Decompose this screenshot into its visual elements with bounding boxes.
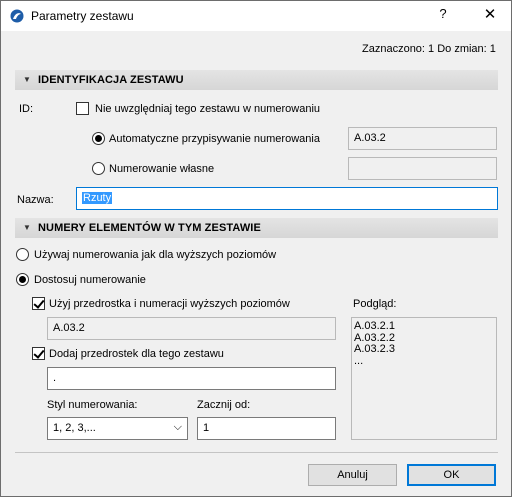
dialog-window: Parametry zestawu ? ✕ Zaznaczono: 1 Do z… <box>0 0 512 497</box>
name-input[interactable]: Rzuty <box>76 187 498 210</box>
name-input-value: Rzuty <box>82 192 113 204</box>
name-label: Nazwa: <box>17 194 54 206</box>
preview-label: Podgląd: <box>353 298 397 310</box>
add-prefix-checkbox[interactable] <box>32 347 45 360</box>
custom-item-numbering-label: Dostosuj numerowanie <box>34 274 146 286</box>
custom-item-numbering-radio[interactable] <box>16 273 29 286</box>
section-identification-title: IDENTYFIKACJA ZESTAWU <box>38 74 184 86</box>
auto-numbering-value: A.03.2 <box>348 127 497 150</box>
archicad-app-icon <box>10 9 24 23</box>
collapse-triangle-icon[interactable]: ▼ <box>23 75 31 84</box>
add-prefix-input[interactable]: . <box>47 367 336 390</box>
auto-numbering-radio[interactable] <box>92 132 105 145</box>
collapse-triangle-icon[interactable]: ▼ <box>23 223 31 232</box>
numbering-style-select[interactable]: 1, 2, 3,... ⌵ <box>47 417 188 440</box>
id-label: ID: <box>19 103 34 115</box>
section-item-numbers-title: NUMERY ELEMENTÓW W TYM ZESTAWIE <box>38 222 261 234</box>
footer-divider <box>15 452 498 453</box>
custom-numbering-label: Numerowanie własne <box>109 163 215 175</box>
numbering-style-value: 1, 2, 3,... <box>53 422 96 434</box>
auto-numbering-label: Automatyczne przypisywanie numerowania <box>109 133 320 145</box>
custom-numbering-field[interactable] <box>348 157 497 180</box>
numbering-style-label: Styl numerowania: <box>47 399 138 411</box>
use-parent-numbering-radio[interactable] <box>16 248 29 261</box>
section-item-numbers[interactable]: ▼ NUMERY ELEMENTÓW W TYM ZESTAWIE <box>15 218 498 238</box>
help-button[interactable]: ? <box>435 6 451 21</box>
section-identification[interactable]: ▼ IDENTYFIKACJA ZESTAWU <box>15 70 498 90</box>
start-from-label: Zacznij od: <box>197 399 251 411</box>
use-prefix-label: Użyj przedrostka i numeracji wyższych po… <box>49 298 290 310</box>
preview-item: A.03.2.1 <box>354 320 395 332</box>
dialog-title: Parametry zestawu <box>31 9 134 23</box>
selection-status: Zaznaczono: 1 Do zmian: 1 <box>362 43 496 55</box>
custom-numbering-radio[interactable] <box>92 162 105 175</box>
preview-item: ... <box>354 354 364 367</box>
exclude-numbering-checkbox[interactable] <box>76 102 89 115</box>
prefix-value: A.03.2 <box>47 317 336 340</box>
preview-list: A.03.2.1 A.03.2.2 A.03.2.3 ... <box>351 317 497 440</box>
preview-item: A.03.2.3 <box>354 343 395 355</box>
close-button[interactable]: ✕ <box>482 5 498 23</box>
use-prefix-checkbox[interactable] <box>32 297 45 310</box>
ok-button[interactable]: OK <box>407 464 496 486</box>
use-parent-numbering-label: Używaj numerowania jak dla wyższych pozi… <box>34 249 277 261</box>
exclude-numbering-label: Nie uwzględniaj tego zestawu w numerowan… <box>95 103 321 115</box>
chevron-down-icon: ⌵ <box>173 421 182 433</box>
start-from-input[interactable]: 1 <box>197 417 336 440</box>
cancel-button[interactable]: Anuluj <box>308 464 397 486</box>
add-prefix-label: Dodaj przedrostek dla tego zestawu <box>49 348 224 360</box>
title-bar[interactable]: Parametry zestawu ? ✕ <box>1 1 511 31</box>
